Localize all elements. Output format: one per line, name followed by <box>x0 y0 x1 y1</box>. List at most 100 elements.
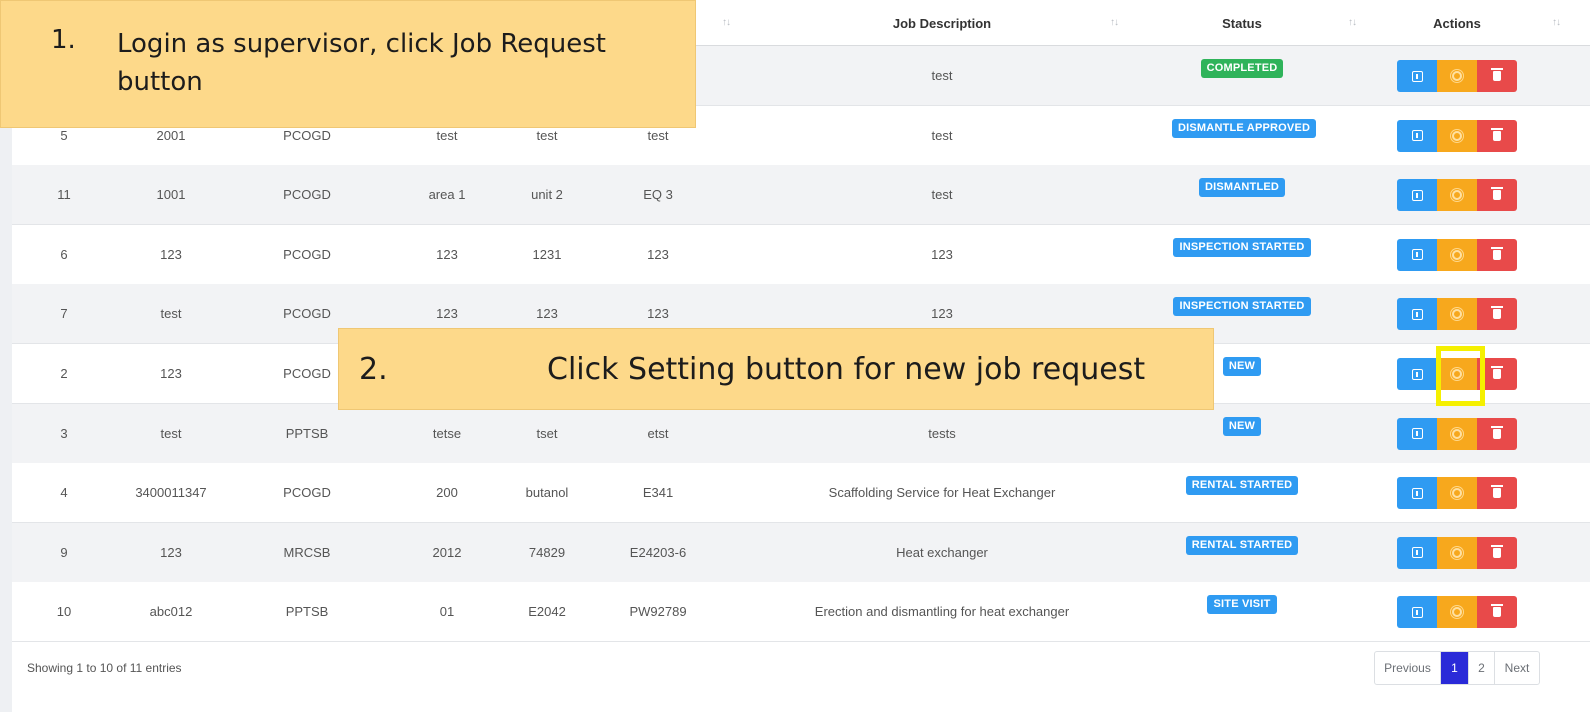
view-button[interactable] <box>1397 536 1437 569</box>
delete-button[interactable] <box>1477 179 1517 212</box>
gear-icon <box>1452 309 1462 320</box>
info-icon <box>1411 428 1423 440</box>
info-icon <box>1411 189 1423 201</box>
cell-c4: 123 <box>436 246 458 262</box>
sort-icon[interactable]: ↑↓ <box>1110 17 1119 28</box>
gear-icon <box>1452 488 1462 499</box>
cell-c3: PCOGD <box>283 306 331 322</box>
sort-icon[interactable]: ↑↓ <box>1348 17 1357 28</box>
row-actions <box>1397 60 1517 92</box>
entries-info: Showing 1 to 10 of 11 entries <box>27 661 182 675</box>
view-button[interactable] <box>1397 119 1437 152</box>
cell-description: tests <box>928 425 956 441</box>
row-actions <box>1397 417 1517 450</box>
trash-icon <box>1491 425 1503 439</box>
info-icon <box>1411 487 1423 499</box>
cell-c5: 74829 <box>528 544 566 560</box>
view-button[interactable] <box>1397 238 1437 271</box>
cell-c5: 1231 <box>532 246 562 262</box>
status-cell: NEW <box>1172 416 1312 436</box>
setting-button[interactable] <box>1437 417 1477 450</box>
cell-c2: test <box>160 425 182 441</box>
status-cell: INSPECTION STARTED <box>1172 237 1312 257</box>
trash-icon <box>1491 187 1503 201</box>
pagination: Previous 1 2 Next <box>1374 651 1540 685</box>
cell-c5: unit 2 <box>531 187 563 203</box>
delete-button[interactable] <box>1477 596 1517 629</box>
cell-c5: butanol <box>525 485 569 501</box>
step-2-text: Click Setting button for new job request <box>547 352 1146 387</box>
setting-button-highlight <box>1436 346 1485 406</box>
pagination-page-2[interactable]: 2 <box>1469 652 1495 684</box>
trash-icon <box>1491 68 1503 81</box>
cell-c4: 01 <box>439 604 455 620</box>
step-1-callout: 1. Login as supervisor, click Job Reques… <box>0 0 696 128</box>
view-button[interactable] <box>1397 596 1437 629</box>
delete-button[interactable] <box>1477 238 1517 271</box>
status-cell: RENTAL STARTED <box>1172 535 1312 555</box>
cell-description: Scaffolding Service for Heat Exchanger <box>828 485 1056 501</box>
cell-description: 123 <box>931 306 953 322</box>
status-badge: INSPECTION STARTED <box>1173 237 1311 257</box>
trash-icon <box>1491 246 1503 260</box>
delete-button[interactable] <box>1477 119 1517 152</box>
table-row: 4 3400011347 PCOGD 200 butanol E341 Scaffoldin… <box>12 463 1590 524</box>
step-1-number: 1. <box>51 25 76 55</box>
cell-c4: 200 <box>436 485 458 501</box>
setting-button[interactable] <box>1437 238 1477 271</box>
gear-icon <box>1452 130 1462 141</box>
column-header-status[interactable]: Status <box>1172 16 1312 31</box>
cell-c4: 2012 <box>432 544 462 560</box>
delete-button[interactable] <box>1477 477 1517 510</box>
table-row: 3 test PPTSB tetse tset etst tests NEW <box>12 403 1590 464</box>
view-button[interactable] <box>1397 417 1437 450</box>
view-button[interactable] <box>1397 298 1437 331</box>
column-header-actions[interactable]: Actions <box>1402 16 1512 31</box>
info-icon <box>1411 368 1423 380</box>
cell-description: 123 <box>931 246 953 262</box>
view-button[interactable] <box>1397 358 1437 390</box>
delete-button[interactable] <box>1477 536 1517 569</box>
cell-c5: tset <box>536 425 558 441</box>
setting-button[interactable] <box>1437 477 1477 510</box>
setting-button[interactable] <box>1437 298 1477 331</box>
column-header-job-description[interactable]: Job Description <box>792 16 1092 31</box>
cell-c4: area 1 <box>428 187 466 203</box>
view-button[interactable] <box>1397 477 1437 510</box>
cell-description: Erection and dismantling for heat exchan… <box>814 604 1070 620</box>
pagination-next-button[interactable]: Next <box>1495 652 1539 684</box>
setting-button[interactable] <box>1437 596 1477 629</box>
setting-button[interactable] <box>1437 60 1477 92</box>
delete-button[interactable] <box>1477 60 1517 92</box>
delete-button[interactable] <box>1477 417 1517 450</box>
view-button[interactable] <box>1397 60 1437 92</box>
setting-button[interactable] <box>1437 119 1477 152</box>
row-actions <box>1397 477 1517 510</box>
cell-c2: test <box>160 306 182 322</box>
pagination-page-1[interactable]: 1 <box>1441 652 1469 684</box>
view-button[interactable] <box>1397 179 1437 212</box>
cell-c2: 123 <box>160 366 182 381</box>
gear-icon <box>1452 428 1462 439</box>
cell-c4: test <box>436 127 458 143</box>
cell-c6: EQ 3 <box>643 187 673 203</box>
cell-c3: PCOGD <box>283 485 331 501</box>
delete-button[interactable] <box>1477 298 1517 331</box>
cell-c3: PPTSB <box>285 425 329 441</box>
gear-icon <box>1452 71 1462 81</box>
pagination-previous-button[interactable]: Previous <box>1375 652 1441 684</box>
cell-description: test <box>931 187 953 203</box>
gear-icon <box>1452 547 1462 558</box>
cell-c2: 2001 <box>156 127 186 143</box>
info-icon <box>1411 249 1423 261</box>
status-badge: DISMANTLE APPROVED <box>1172 118 1317 138</box>
cell-c3: PPTSB <box>285 604 329 620</box>
setting-button[interactable] <box>1437 536 1477 569</box>
cell-c3: PCOGD <box>283 187 331 203</box>
setting-button[interactable] <box>1437 179 1477 212</box>
gear-icon <box>1452 190 1462 201</box>
sort-icon[interactable]: ↑↓ <box>722 17 731 28</box>
sort-icon[interactable]: ↑↓ <box>1552 17 1561 28</box>
cell-c6: 123 <box>647 306 669 322</box>
cell-c4: tetse <box>432 425 462 441</box>
